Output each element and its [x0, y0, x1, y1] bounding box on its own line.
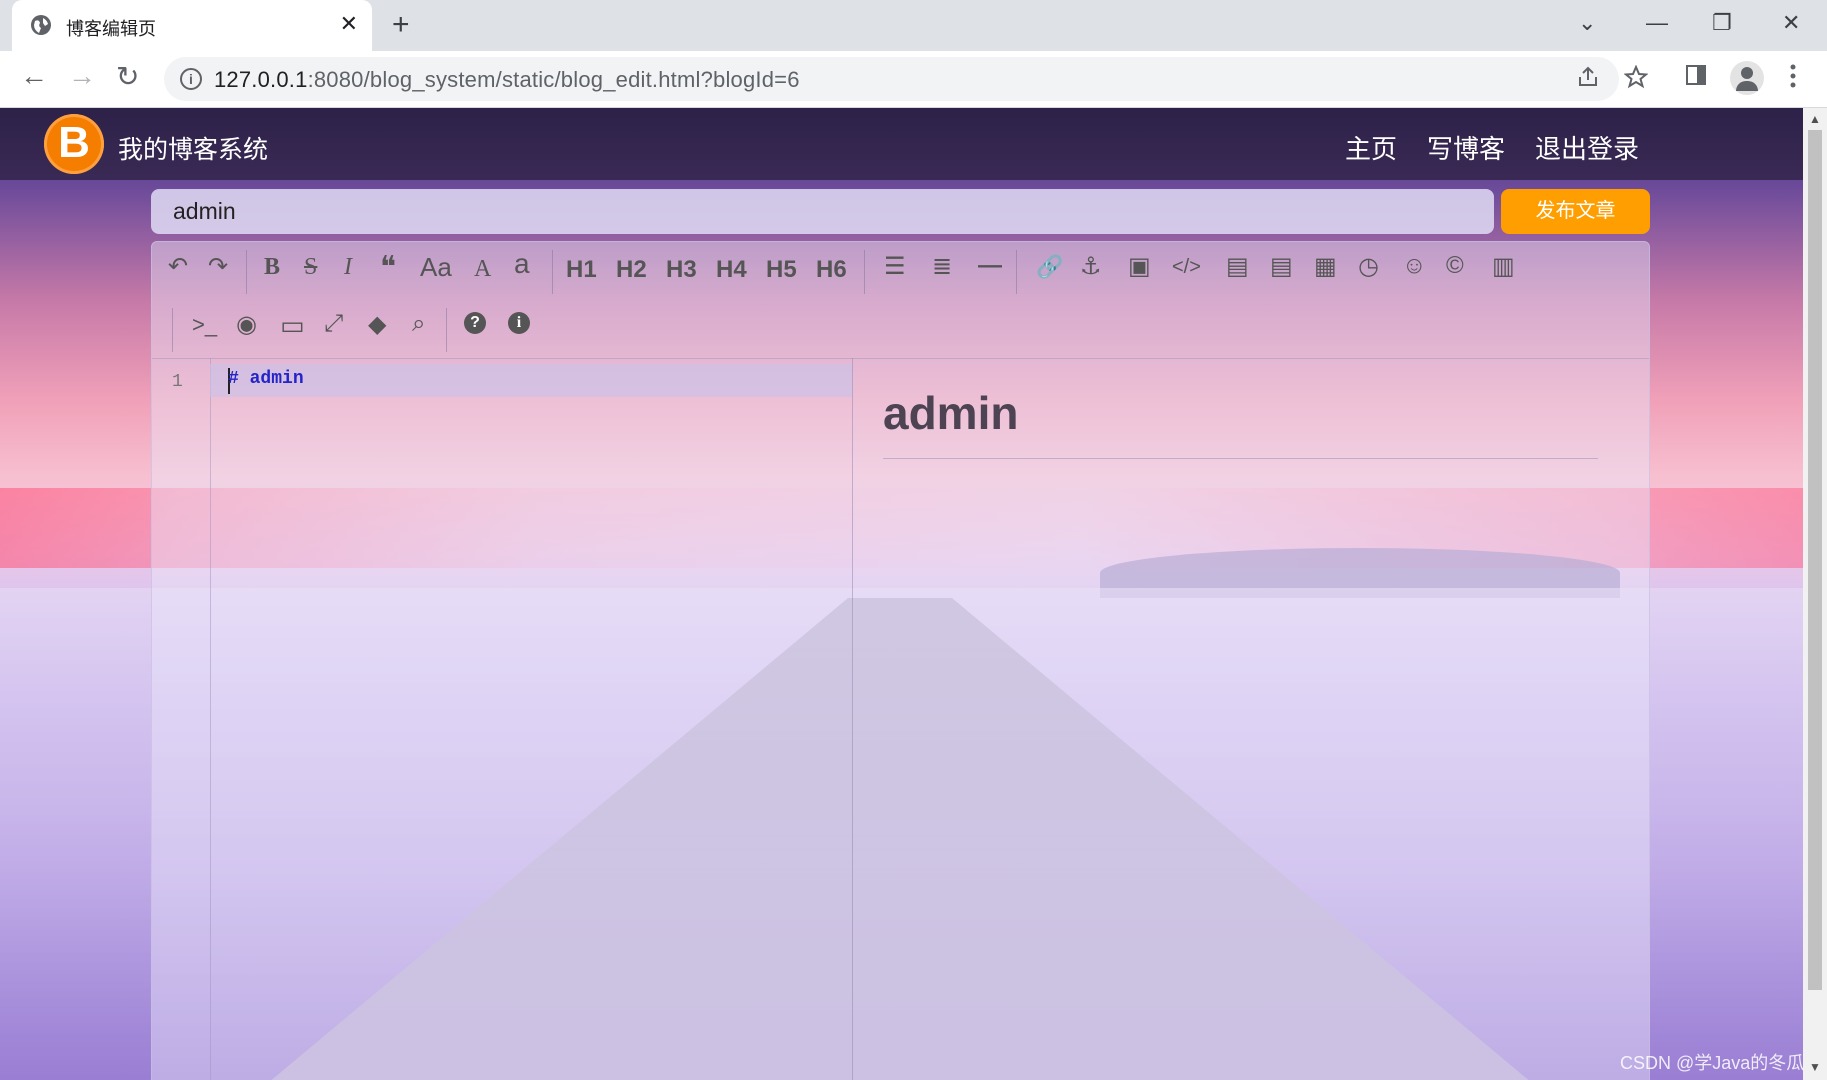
site-info-icon[interactable]: i [180, 68, 202, 90]
help-icon[interactable]: ? [464, 312, 486, 334]
active-line-highlight [210, 364, 852, 397]
search-icon[interactable]: ⌕ [412, 310, 425, 338]
bookmark-star-icon[interactable] [1624, 65, 1648, 89]
browser-tab[interactable]: 博客编辑页 ✕ [12, 0, 372, 51]
image-icon[interactable]: ▣ [1128, 252, 1151, 281]
markdown-code-pane[interactable]: # admin [210, 358, 853, 1080]
undo-icon[interactable]: ↶ [168, 252, 188, 281]
restore-button[interactable]: ❐ [1712, 10, 1732, 36]
line-number: 1 [172, 372, 183, 392]
preview-heading: admin [883, 387, 1019, 439]
h1-icon[interactable]: H1 [566, 256, 597, 284]
toolbar-divider [172, 308, 173, 352]
menu-kebab-icon[interactable] [1788, 63, 1798, 89]
table-icon[interactable]: ▦ [1314, 252, 1337, 281]
code-block-icon[interactable]: ▤ [1270, 252, 1293, 281]
h4-icon[interactable]: H4 [716, 256, 747, 284]
nav-link-logout[interactable]: 退出登录 [1535, 129, 1639, 166]
html-entities-icon[interactable]: © [1446, 252, 1464, 280]
pagebreak-icon[interactable]: ▥ [1492, 252, 1515, 281]
tab-close-icon[interactable]: ✕ [340, 11, 358, 37]
horizontal-rule-icon[interactable]: — [978, 252, 1002, 280]
emoji-icon[interactable]: ☺ [1402, 252, 1427, 280]
preformatted-code-icon[interactable]: ▤ [1226, 252, 1249, 281]
globe-icon [31, 15, 51, 35]
editor-toolbar: ↶ ↷ B S I ❝ Aa A a H1 H2 H3 H4 H5 H6 ☰ ≣… [152, 242, 1649, 359]
preview-monitor-icon[interactable]: ▭ [280, 310, 305, 341]
link-icon[interactable]: 🔗 [1036, 254, 1063, 280]
scrollbar-thumb[interactable] [1808, 130, 1822, 990]
h2-icon[interactable]: H2 [616, 256, 647, 284]
quote-icon[interactable]: ❝ [380, 250, 396, 285]
datetime-icon[interactable]: ◷ [1358, 252, 1379, 281]
goto-line-icon[interactable]: >_ [192, 312, 217, 338]
markdown-editor: ↶ ↷ B S I ❝ Aa A a H1 H2 H3 H4 H5 H6 ☰ ≣… [151, 241, 1650, 1080]
nav-links: 主页 写博客 退出登录 [1345, 129, 1639, 166]
unordered-list-icon[interactable]: ☰ [884, 252, 906, 281]
scroll-down-arrow-icon[interactable]: ▼ [1809, 1060, 1821, 1074]
toolbar-divider [1016, 250, 1017, 294]
forward-button[interactable]: → [68, 60, 96, 92]
preview-heading-rule [883, 458, 1598, 459]
publish-button[interactable]: 发布文章 [1501, 189, 1650, 234]
browser-tabstrip: 博客编辑页 ✕ + ⌄ — ❐ ✕ [0, 0, 1827, 51]
csdn-watermark: CSDN @学Java的冬瓜 [1620, 1053, 1805, 1073]
window-close-button[interactable]: ✕ [1782, 10, 1800, 36]
address-bar[interactable]: i 127.0.0.1:8080/blog_system/static/blog… [164, 57, 1648, 101]
nav-link-write[interactable]: 写博客 [1427, 129, 1505, 166]
tab-search-dropdown-icon[interactable]: ⌄ [1578, 10, 1596, 36]
h5-icon[interactable]: H5 [766, 256, 797, 284]
blogger-logo: B [44, 114, 104, 174]
ordered-list-icon[interactable]: ≣ [932, 252, 952, 281]
profile-avatar[interactable] [1730, 61, 1764, 95]
blog-title-input[interactable] [151, 189, 1494, 234]
share-icon[interactable] [1576, 65, 1600, 89]
toolbar-divider [864, 250, 865, 294]
toolbar-divider [246, 250, 247, 294]
ucwords-icon[interactable]: A [474, 256, 491, 283]
page-viewport: B 我的博客系统 主页 写博客 退出登录 发布文章 ↶ ↷ B S I ❝ Aa… [0, 108, 1803, 1080]
site-name: 我的博客系统 [118, 136, 269, 164]
redo-icon[interactable]: ↷ [208, 252, 228, 281]
code-inline-icon[interactable]: </> [1172, 256, 1201, 279]
page-scrollbar[interactable]: ▲ ▼ [1803, 108, 1827, 1080]
url-text[interactable]: 127.0.0.1:8080/blog_system/static/blog_e… [214, 67, 800, 93]
browser-toolbar: ← → ↻ i 127.0.0.1:8080/blog_system/stati… [0, 51, 1827, 108]
tab-title: 博客编辑页 [66, 19, 156, 39]
minimize-button[interactable]: — [1646, 10, 1668, 36]
anchor-icon[interactable]: ⚓ [1080, 252, 1102, 281]
strikethrough-icon[interactable]: S [304, 254, 317, 281]
line-gutter: 1 [152, 358, 211, 1080]
fullscreen-icon[interactable]: ⤢ [324, 310, 343, 338]
h6-icon[interactable]: H6 [816, 256, 847, 284]
h3-icon[interactable]: H3 [666, 256, 697, 284]
info-icon[interactable]: i [508, 312, 530, 334]
uppercase-icon[interactable]: Aa [420, 252, 452, 283]
side-panel-icon[interactable] [1684, 63, 1708, 87]
scroll-up-arrow-icon[interactable]: ▲ [1809, 112, 1821, 126]
toolbar-divider [446, 308, 447, 352]
markdown-preview-pane: admin [852, 358, 1649, 1080]
back-button[interactable]: ← [20, 60, 48, 92]
clear-eraser-icon[interactable]: ◆ [368, 310, 386, 339]
lowercase-icon[interactable]: a [514, 248, 530, 280]
site-navbar: B 我的博客系统 主页 写博客 退出登录 [0, 108, 1803, 180]
new-tab-button[interactable]: + [392, 8, 410, 42]
reload-button[interactable]: ↻ [116, 60, 139, 93]
watch-toggle-icon[interactable]: ◉ [236, 310, 257, 339]
nav-link-home[interactable]: 主页 [1345, 129, 1397, 166]
code-line[interactable]: # admin [228, 369, 304, 389]
italic-icon[interactable]: I [344, 254, 352, 281]
bold-icon[interactable]: B [264, 254, 280, 281]
toolbar-divider [552, 250, 553, 294]
